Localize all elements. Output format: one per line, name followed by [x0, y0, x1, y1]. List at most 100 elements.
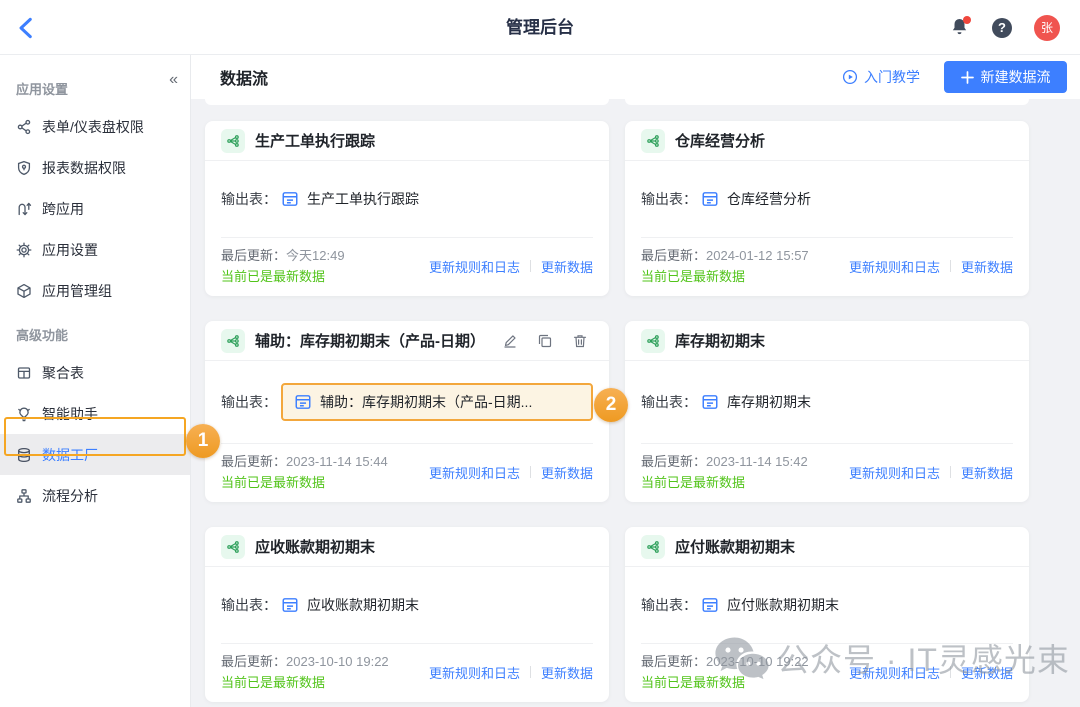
sidebar-collapse-icon[interactable]: «: [169, 71, 178, 89]
update-data-link[interactable]: 更新数据: [961, 257, 1013, 276]
output-table-chip-highlighted[interactable]: 辅助：库存期初期末（产品-日期...: [281, 383, 593, 421]
plus-icon: [961, 71, 974, 84]
status-latest-data: 当前已是最新数据: [641, 472, 808, 493]
dataflow-card-receivables-period[interactable]: 应收账款期初期末 输出表： 应收账款期初期末 最后更新：2023-10-10 1…: [205, 527, 609, 702]
create-dataflow-button[interactable]: 新建数据流: [944, 61, 1067, 93]
org-chart-icon: [16, 488, 32, 504]
output-table-chip: 应收账款期初期末: [281, 595, 419, 615]
tutorial-link[interactable]: 入门教学: [842, 67, 920, 87]
last-update-label: 最后更新：: [641, 454, 706, 469]
link-separator: [950, 260, 951, 272]
card-title: 辅助：库存期初期末（产品-日期）: [255, 330, 485, 351]
dataflow-card-production-order-tracking[interactable]: 生产工单执行跟踪 输出表： 生产工单执行跟踪 最后更新：今天12:49 当前已是…: [205, 121, 609, 296]
copy-icon[interactable]: [537, 333, 553, 349]
card-bottom-edge: [625, 99, 1029, 105]
status-latest-data: 当前已是最新数据: [221, 266, 345, 287]
sidebar-item-label: 应用设置: [42, 240, 98, 260]
last-update-label: 最后更新：: [221, 454, 286, 469]
dataflow-card-payables-period[interactable]: 应付账款期初期末 输出表： 应付账款期初期末 最后更新：2023-10-10 1…: [625, 527, 1029, 702]
card-title: 生产工单执行跟踪: [255, 130, 375, 151]
dataflow-icon: [221, 329, 245, 353]
tutorial-label: 入门教学: [864, 67, 920, 87]
lightbulb-icon: [16, 406, 32, 422]
dataflow-icon: [641, 329, 665, 353]
update-data-link[interactable]: 更新数据: [541, 463, 593, 482]
sidebar-section-advanced: 高级功能: [0, 311, 190, 352]
update-rules-log-link[interactable]: 更新规则和日志: [429, 663, 520, 682]
output-table-name: 仓库经营分析: [727, 189, 811, 209]
update-rules-log-link[interactable]: 更新规则和日志: [849, 463, 940, 482]
update-data-link[interactable]: 更新数据: [961, 463, 1013, 482]
update-data-link[interactable]: 更新数据: [541, 257, 593, 276]
status-latest-data: 当前已是最新数据: [221, 472, 388, 493]
link-separator: [530, 260, 531, 272]
form-table-icon: [701, 393, 719, 411]
output-table-label: 输出表：: [641, 595, 697, 615]
last-update-time: 2023-10-10 19:22: [286, 654, 389, 669]
sidebar-item-app-management-group[interactable]: 应用管理组: [0, 270, 190, 311]
sidebar-item-process-analysis[interactable]: 流程分析: [0, 475, 190, 516]
sidebar-item-report-data-permissions[interactable]: 报表数据权限: [0, 147, 190, 188]
dataflow-icon: [221, 129, 245, 153]
form-table-icon: [294, 393, 312, 411]
output-table-label: 输出表：: [641, 189, 697, 209]
play-circle-icon: [842, 69, 858, 85]
card-title: 应付账款期初期末: [675, 536, 795, 557]
user-avatar[interactable]: 张: [1034, 15, 1060, 41]
form-table-icon: [701, 596, 719, 614]
card-bottom-edge: [205, 99, 609, 105]
form-table-icon: [701, 190, 719, 208]
edit-icon[interactable]: [502, 333, 518, 349]
topbar: 管理后台 ? 张: [0, 0, 1080, 55]
form-table-icon: [281, 596, 299, 614]
main-area: 数据流 入门教学 新建数据流: [191, 55, 1080, 707]
sidebar-item-label: 应用管理组: [42, 281, 112, 301]
sidebar-item-label: 表单/仪表盘权限: [42, 117, 144, 137]
sidebar-item-smart-assistant[interactable]: 智能助手: [0, 393, 190, 434]
card-actions: [502, 333, 593, 349]
update-rules-log-link[interactable]: 更新规则和日志: [429, 463, 520, 482]
main-header: 数据流 入门教学 新建数据流: [191, 55, 1080, 99]
delete-icon[interactable]: [572, 333, 588, 349]
card-title: 仓库经营分析: [675, 130, 765, 151]
update-data-link[interactable]: 更新数据: [541, 663, 593, 682]
last-update-time: 2023-10-10 19:22: [706, 654, 809, 669]
update-rules-log-link[interactable]: 更新规则和日志: [849, 663, 940, 682]
form-table-icon: [281, 190, 299, 208]
sidebar-item-data-factory[interactable]: 数据工厂: [0, 434, 190, 475]
status-latest-data: 当前已是最新数据: [641, 672, 809, 693]
database-icon: [16, 447, 32, 463]
sidebar-item-app-settings[interactable]: 应用设置: [0, 229, 190, 270]
dataflow-card-inventory-period[interactable]: 库存期初期末 输出表： 库存期初期末 最后更新：2023-11-14 15:42…: [625, 321, 1029, 502]
sidebar-item-aggregate-table[interactable]: 聚合表: [0, 352, 190, 393]
sidebar-item-cross-app[interactable]: 跨应用: [0, 188, 190, 229]
update-rules-log-link[interactable]: 更新规则和日志: [429, 257, 520, 276]
dataflow-icon: [641, 129, 665, 153]
sidebar-section-app-settings: 应用设置: [0, 55, 190, 106]
output-table-name: 应收账款期初期末: [307, 595, 419, 615]
dataflow-card-grid: 生产工单执行跟踪 输出表： 生产工单执行跟踪 最后更新：今天12:49 当前已是…: [205, 121, 1080, 702]
sidebar-item-label: 报表数据权限: [42, 158, 126, 178]
last-update-time: 今天12:49: [286, 248, 345, 263]
dataflow-card-aux-inventory-period[interactable]: 辅助：库存期初期末（产品-日期） 输出表：: [205, 321, 609, 502]
help-button[interactable]: ?: [992, 18, 1012, 38]
sidebar-item-form-dashboard-permissions[interactable]: 表单/仪表盘权限: [0, 106, 190, 147]
output-table-chip: 生产工单执行跟踪: [281, 189, 419, 209]
update-rules-log-link[interactable]: 更新规则和日志: [849, 257, 940, 276]
dataflow-card-warehouse-analysis[interactable]: 仓库经营分析 输出表： 仓库经营分析 最后更新：2024-01-12 15:57…: [625, 121, 1029, 296]
gear-icon: [16, 242, 32, 258]
output-table-name: 应付账款期初期末: [727, 595, 839, 615]
update-data-link[interactable]: 更新数据: [961, 663, 1013, 682]
dataflow-icon: [221, 535, 245, 559]
output-table-label: 输出表：: [221, 189, 277, 209]
last-update-label: 最后更新：: [221, 248, 286, 263]
dataflow-icon: [641, 535, 665, 559]
last-update-label: 最后更新：: [641, 248, 706, 263]
topbar-actions: ? 张: [950, 0, 1060, 55]
notifications-button[interactable]: [950, 17, 970, 38]
last-update-time: 2023-11-14 15:42: [706, 454, 808, 469]
status-latest-data: 当前已是最新数据: [641, 266, 809, 287]
sidebar-item-label: 跨应用: [42, 199, 84, 219]
output-table-name: 库存期初期末: [727, 392, 811, 412]
status-latest-data: 当前已是最新数据: [221, 672, 389, 693]
